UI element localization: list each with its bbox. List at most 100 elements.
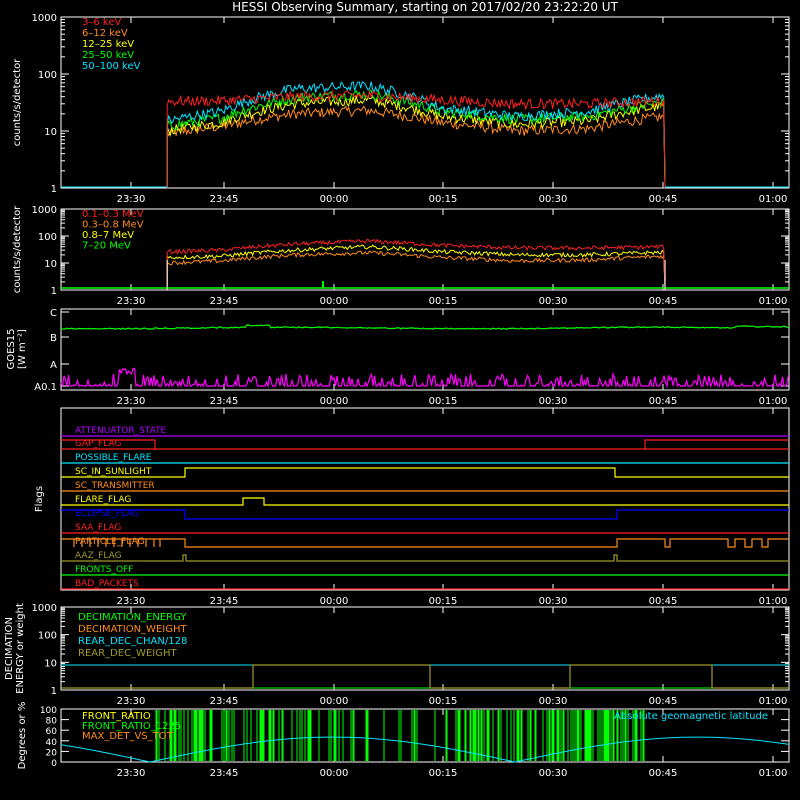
panel4-flag-label: SC_IN_SUNLIGHT (75, 467, 152, 477)
panel5-ylabel2: ENERGY or weight (15, 603, 26, 694)
panel4-flag-label: ECLIPSE_FLAG (75, 509, 139, 519)
panel6-ytick-label: 80 (46, 717, 58, 727)
panel6-xtick-label: 23:30 (117, 768, 146, 779)
panel2-xtick-label: 00:15 (429, 296, 458, 307)
panel5-legend-entry: REAR_DEC_CHAN/128 (78, 636, 187, 647)
panel6-xtick-label: 00:15 (429, 768, 458, 779)
panel1-legend-entry: 25–50 keV (82, 50, 134, 61)
panel1-legend-entry: 3–6 keV (82, 17, 121, 28)
panel2-ytick-label: 1 (51, 286, 57, 297)
panel1-ytick-label: 1000 (32, 13, 57, 24)
panel4-xtick-label: 00:30 (539, 596, 568, 607)
panel6-xtick-label: 00:00 (320, 768, 349, 779)
panel1-xtick-label: 00:45 (649, 194, 678, 205)
panel4-flag-label: AAZ_FLAG (75, 551, 122, 561)
panel1-xtick-label: 00:30 (539, 194, 568, 205)
panel1-xtick-label: 00:15 (429, 194, 458, 205)
panel3-ytick-label: A (50, 360, 57, 371)
chart-title: HESSI Observing Summary, starting on 201… (232, 0, 618, 14)
panel1-legend-entry: 50–100 keV (82, 61, 141, 72)
panel1-legend-entry: 12–25 keV (82, 39, 134, 50)
panel3-ylabel: GOES15 (6, 328, 17, 369)
panel2-legend-entry: 0.1–0.3 MeV (82, 209, 144, 220)
panel3-xtick-label: 00:15 (429, 396, 458, 407)
panel2-xtick-label: 00:45 (649, 296, 678, 307)
panel2-ytick-label: 10 (44, 259, 57, 270)
panel2-xtick-label: 23:30 (117, 296, 146, 307)
panel5-xtick-label: 00:15 (429, 696, 458, 707)
panel1-ytick-label: 100 (38, 70, 57, 81)
panel4-xtick-label: 00:45 (649, 596, 678, 607)
panel4-flag-label: ATTENUATOR_STATE (75, 426, 167, 436)
panel5-legend-entry: DECIMATION_WEIGHT (78, 624, 187, 635)
panel6-ytick-label: 60 (46, 727, 58, 737)
panel5-ytick-label: 1 (51, 686, 57, 697)
panel5-legend-entry: DECIMATION_ENERGY (78, 612, 187, 623)
panel3-xtick-label: 00:45 (649, 396, 678, 407)
panel6-ylabel: Degrees or % (17, 702, 28, 770)
panel1-xtick-label: 01:00 (759, 194, 788, 205)
panel1-xtick-label: 00:00 (320, 194, 349, 205)
panel5-xtick-label: 23:30 (117, 696, 146, 707)
panel6-legend-entry: MAX_DET_VS_TOT (82, 731, 174, 742)
panel3-ytick-label: C (50, 308, 57, 319)
panel4-xtick-label: 01:00 (759, 596, 788, 607)
panel5-ytick-label: 100 (38, 631, 57, 642)
panel6-legend-entry: Absolute geomagnetic latitude (614, 711, 768, 722)
panel3-xtick-label: 23:30 (117, 396, 146, 407)
panel4-xtick-label: 23:30 (117, 596, 146, 607)
panel6-ytick-label: 0 (51, 759, 57, 769)
panel6-xtick-label: 01:00 (759, 768, 788, 779)
panel2-legend-entry: 0.8–7 MeV (82, 230, 134, 241)
panel4-flag-label: GAP_FLAG (75, 439, 121, 449)
panel6-ytick-label: 20 (46, 748, 58, 758)
panel5-xtick-label: 01:00 (759, 696, 788, 707)
panel6-ytick-label: 40 (46, 738, 58, 748)
panel2-ytick-label: 1000 (32, 205, 57, 216)
panel6-ytick-label: 100 (40, 706, 57, 716)
panel4-flag-label: BAD_PACKETS (75, 579, 139, 589)
panel5-ytick-label: 10 (44, 658, 57, 669)
panel4-flag-label: PARTICLE_FLAG (75, 537, 145, 547)
panel1-xtick-label: 23:30 (117, 194, 146, 205)
panel2-legend-entry: 0.3–0.8 MeV (82, 220, 144, 231)
panel5-ylabel: DECIMATION (4, 617, 15, 680)
panel1-ytick-label: 1 (51, 184, 57, 195)
panel6-xtick-label: 00:45 (649, 768, 678, 779)
panel2-ytick-label: 100 (38, 232, 57, 243)
panel3-ylabel2: [W m⁻²] (17, 329, 28, 369)
panel4-flag-label: FRONTS_OFF (75, 565, 133, 575)
panel6-xtick-label: 00:30 (539, 768, 568, 779)
panel2-xtick-label: 23:45 (210, 296, 239, 307)
panel4-flag-label: FLARE_FLAG (75, 495, 131, 505)
panel2-ylabel: counts/s/detector (12, 205, 23, 293)
panel4-xtick-label: 23:45 (210, 596, 239, 607)
panel3-ytick-label: B (50, 333, 57, 344)
panel5-ytick-label: 1000 (32, 603, 57, 614)
panel2-xtick-label: 01:00 (759, 296, 788, 307)
panel4-flag-label: SC_TRANSMITTER (75, 481, 155, 491)
panel1-ytick-label: 10 (44, 127, 57, 138)
panel4-flag-label: POSSIBLE_FLARE (75, 453, 152, 463)
panel1-legend-entry: 6–12 keV (82, 28, 128, 39)
panel3-xtick-label: 01:00 (759, 396, 788, 407)
panel3-xtick-label: 00:00 (320, 396, 349, 407)
panel4-xtick-label: 00:00 (320, 596, 349, 607)
panel5-xtick-label: 00:45 (649, 696, 678, 707)
panel5-xtick-label: 23:45 (210, 696, 239, 707)
panel4-xtick-label: 00:15 (429, 596, 458, 607)
panel4-ylabel: Flags (34, 486, 45, 512)
observing-summary-chart: HESSI Observing Summary, starting on 201… (0, 0, 800, 800)
panel3-xtick-label: 23:45 (210, 396, 239, 407)
panel3-xtick-label: 00:30 (539, 396, 568, 407)
panel2-legend-entry: 7–20 MeV (82, 241, 131, 252)
panel5-legend-entry: REAR_DEC_WEIGHT (78, 648, 177, 659)
panel2-xtick-label: 00:30 (539, 296, 568, 307)
panel1-xtick-label: 23:45 (210, 194, 239, 205)
panel6-xtick-label: 23:45 (210, 768, 239, 779)
panel5-xtick-label: 00:30 (539, 696, 568, 707)
panel4-flag-label: SAA_FLAG (75, 523, 121, 533)
panel3-ytick-label: A0.1 (34, 382, 57, 393)
panel5-xtick-label: 00:00 (320, 696, 349, 707)
panel1-ylabel: counts/s/detector (12, 58, 23, 146)
